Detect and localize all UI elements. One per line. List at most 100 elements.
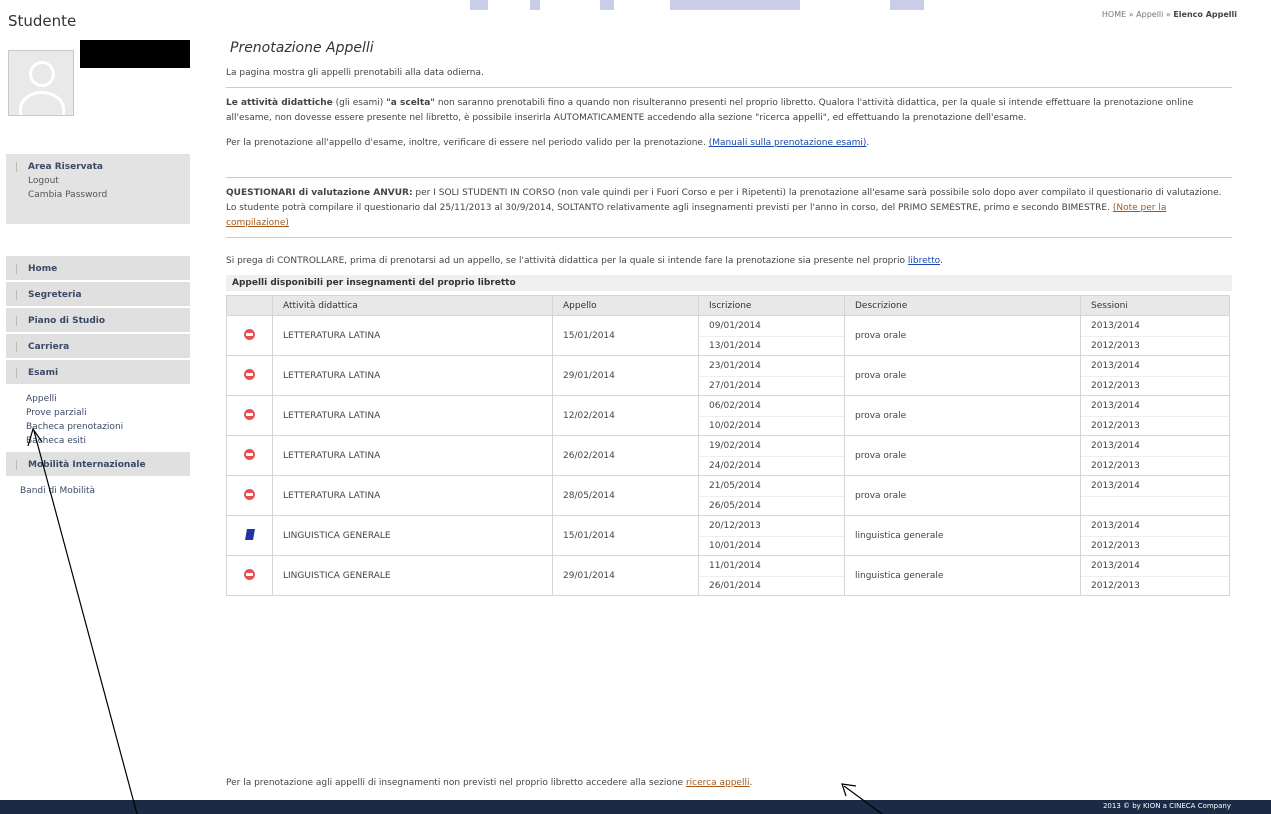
- descrizione-cell: prova orale: [844, 475, 1081, 516]
- attivita-cell: LETTERATURA LATINA: [272, 355, 553, 396]
- ricerca-appelli-link[interactable]: ricerca appelli: [686, 778, 750, 788]
- breadcrumb-appelli[interactable]: Appelli: [1136, 10, 1163, 19]
- info-text: Per la prenotazione all'appello d'esame,…: [226, 138, 709, 148]
- descrizione-cell: linguistica generale: [844, 515, 1081, 556]
- table-row: LETTERATURA LATINA 29/01/2014 23/01/2014 27…: [226, 355, 1230, 396]
- iscrizione-end: 24/02/2014: [699, 455, 844, 475]
- sidebar-menu: Home Segreteria Piano di Studio Carriera…: [6, 256, 190, 502]
- libretto-link[interactable]: libretto: [908, 256, 940, 266]
- status-cell: [226, 315, 273, 356]
- iscrizione-cell: 20/12/2013 10/01/2014: [698, 515, 845, 556]
- sessione-2: 2012/2013: [1081, 455, 1229, 475]
- redacted-user-name: [80, 40, 190, 68]
- column-header-appello: Appello: [552, 295, 699, 316]
- sidebar-subitem-bandi-mobilita[interactable]: Bandi di Mobilità: [6, 484, 190, 498]
- iscrizione-cell: 11/01/2014 26/01/2014: [698, 555, 845, 596]
- iscrizione-cell: 21/05/2014 26/05/2014: [698, 475, 845, 516]
- info-paragraph-attivita: Le attività didattiche (gli esami) "a sc…: [226, 96, 1232, 126]
- descrizione-cell: prova orale: [844, 355, 1081, 396]
- divider: [226, 177, 1232, 178]
- book-icon[interactable]: [244, 528, 255, 540]
- sidebar-subitem-bacheca-esiti[interactable]: Bacheca esiti: [6, 434, 190, 448]
- attivita-cell: LETTERATURA LATINA: [272, 435, 553, 476]
- iscrizione-start: 09/01/2014: [709, 320, 761, 331]
- iscrizione-start: 19/02/2014: [709, 440, 761, 451]
- sessione-2: [1081, 495, 1229, 515]
- iscrizione-end: 13/01/2014: [699, 335, 844, 355]
- sidebar-subitem-prove-parziali[interactable]: Prove parziali: [6, 406, 190, 420]
- sessione-2: 2012/2013: [1081, 535, 1229, 555]
- breadcrumb: HOME » Appelli » Elenco Appelli: [1102, 10, 1237, 19]
- page-title: Prenotazione Appelli: [230, 40, 374, 56]
- status-column-header: [226, 295, 273, 316]
- status-cell: [226, 555, 273, 596]
- sessione-1: 2013/2014: [1091, 360, 1140, 371]
- table-row: LINGUISTICA GENERALE 15/01/2014 20/12/2013…: [226, 515, 1230, 556]
- table-row: LETTERATURA LATINA 15/01/2014 09/01/2014 13…: [226, 315, 1230, 356]
- sessione-1: 2013/2014: [1091, 480, 1140, 491]
- bottom-note-text: .: [749, 778, 753, 788]
- attivita-cell: LETTERATURA LATINA: [272, 475, 553, 516]
- main-content: Prenotazione Appelli La pagina mostra gl…: [226, 40, 1232, 596]
- column-header-sessioni: Sessioni: [1080, 295, 1230, 316]
- logout-link[interactable]: Logout: [6, 174, 190, 188]
- sessioni-cell: 2013/2014 2012/2013: [1080, 355, 1230, 396]
- info-bold: Le attività didattiche: [226, 98, 333, 108]
- appelli-table: Attività didattica Appello Iscrizione De…: [226, 295, 1230, 596]
- sidebar-item-esami[interactable]: Esami: [6, 360, 190, 386]
- controllo-paragraph: Si prega di CONTROLLARE, prima di prenot…: [226, 254, 1232, 269]
- sessione-1: 2013/2014: [1091, 520, 1140, 531]
- bottom-note-text: Per la prenotazione agli appelli di inse…: [226, 778, 686, 788]
- anvur-bold: QUESTIONARI di valutazione ANVUR:: [226, 188, 413, 198]
- sidebar-item-carriera[interactable]: Carriera: [6, 334, 190, 360]
- appello-date-cell: 15/01/2014: [552, 515, 699, 556]
- sidebar: Studente Area Riservata Logout Cambia Pa…: [6, 12, 190, 502]
- anvur-paragraph: QUESTIONARI di valutazione ANVUR: per I …: [226, 186, 1232, 231]
- esami-submenu: Appelli Prove parziali Bacheca prenotazi…: [6, 386, 190, 452]
- area-riservata-title: Area Riservata: [6, 160, 190, 174]
- attivita-cell: LETTERATURA LATINA: [272, 315, 553, 356]
- appello-date-cell: 15/01/2014: [552, 315, 699, 356]
- not-allowed-icon: [244, 328, 255, 340]
- descrizione-cell: prova orale: [844, 395, 1081, 436]
- user-profile: [6, 40, 190, 138]
- sessioni-cell: 2013/2014 2012/2013: [1080, 395, 1230, 436]
- footer-copyright: 2013 © by KION a CINECA Company: [1102, 802, 1231, 810]
- table-row: LETTERATURA LATINA 26/02/2014 19/02/2014 24…: [226, 435, 1230, 476]
- sessione-1: 2013/2014: [1091, 400, 1140, 411]
- not-allowed-icon: [244, 568, 255, 580]
- sidebar-item-mobilita[interactable]: Mobilità Internazionale: [6, 452, 190, 478]
- attivita-cell: LETTERATURA LATINA: [272, 395, 553, 436]
- sessione-2: 2012/2013: [1081, 375, 1229, 395]
- sidebar-item-home[interactable]: Home: [6, 256, 190, 282]
- descrizione-cell: prova orale: [844, 315, 1081, 356]
- breadcrumb-separator: »: [1163, 10, 1174, 19]
- iscrizione-end: 26/01/2014: [699, 575, 844, 595]
- appello-date-cell: 28/05/2014: [552, 475, 699, 516]
- sidebar-subitem-appelli[interactable]: Appelli: [6, 392, 190, 406]
- sidebar-item-piano-di-studio[interactable]: Piano di Studio: [6, 308, 190, 334]
- sidebar-subitem-bacheca-prenotazioni[interactable]: Bacheca prenotazioni: [6, 420, 190, 434]
- iscrizione-cell: 06/02/2014 10/02/2014: [698, 395, 845, 436]
- status-cell: [226, 475, 273, 516]
- status-cell: [226, 515, 273, 556]
- appello-date-cell: 29/01/2014: [552, 355, 699, 396]
- sidebar-item-segreteria[interactable]: Segreteria: [6, 282, 190, 308]
- sessione-2: 2012/2013: [1081, 575, 1229, 595]
- breadcrumb-home[interactable]: HOME: [1102, 10, 1126, 19]
- change-password-link[interactable]: Cambia Password: [6, 188, 190, 202]
- area-riservata-panel: Area Riservata Logout Cambia Password: [6, 154, 190, 224]
- breadcrumb-current: Elenco Appelli: [1173, 10, 1237, 19]
- iscrizione-end: 26/05/2014: [699, 495, 844, 515]
- sessione-2: 2012/2013: [1081, 415, 1229, 435]
- iscrizione-end: 10/01/2014: [699, 535, 844, 555]
- info-text: .: [866, 138, 870, 148]
- avatar-head-icon: [29, 61, 55, 87]
- divider: [226, 87, 1232, 88]
- avatar-body-icon: [19, 91, 65, 115]
- iscrizione-start: 11/01/2014: [709, 560, 761, 571]
- table-row: LETTERATURA LATINA 28/05/2014 21/05/2014 26…: [226, 475, 1230, 516]
- controllo-text: .: [940, 256, 943, 266]
- iscrizione-cell: 09/01/2014 13/01/2014: [698, 315, 845, 356]
- manuali-link[interactable]: (Manuali sulla prenotazione esami): [709, 138, 867, 148]
